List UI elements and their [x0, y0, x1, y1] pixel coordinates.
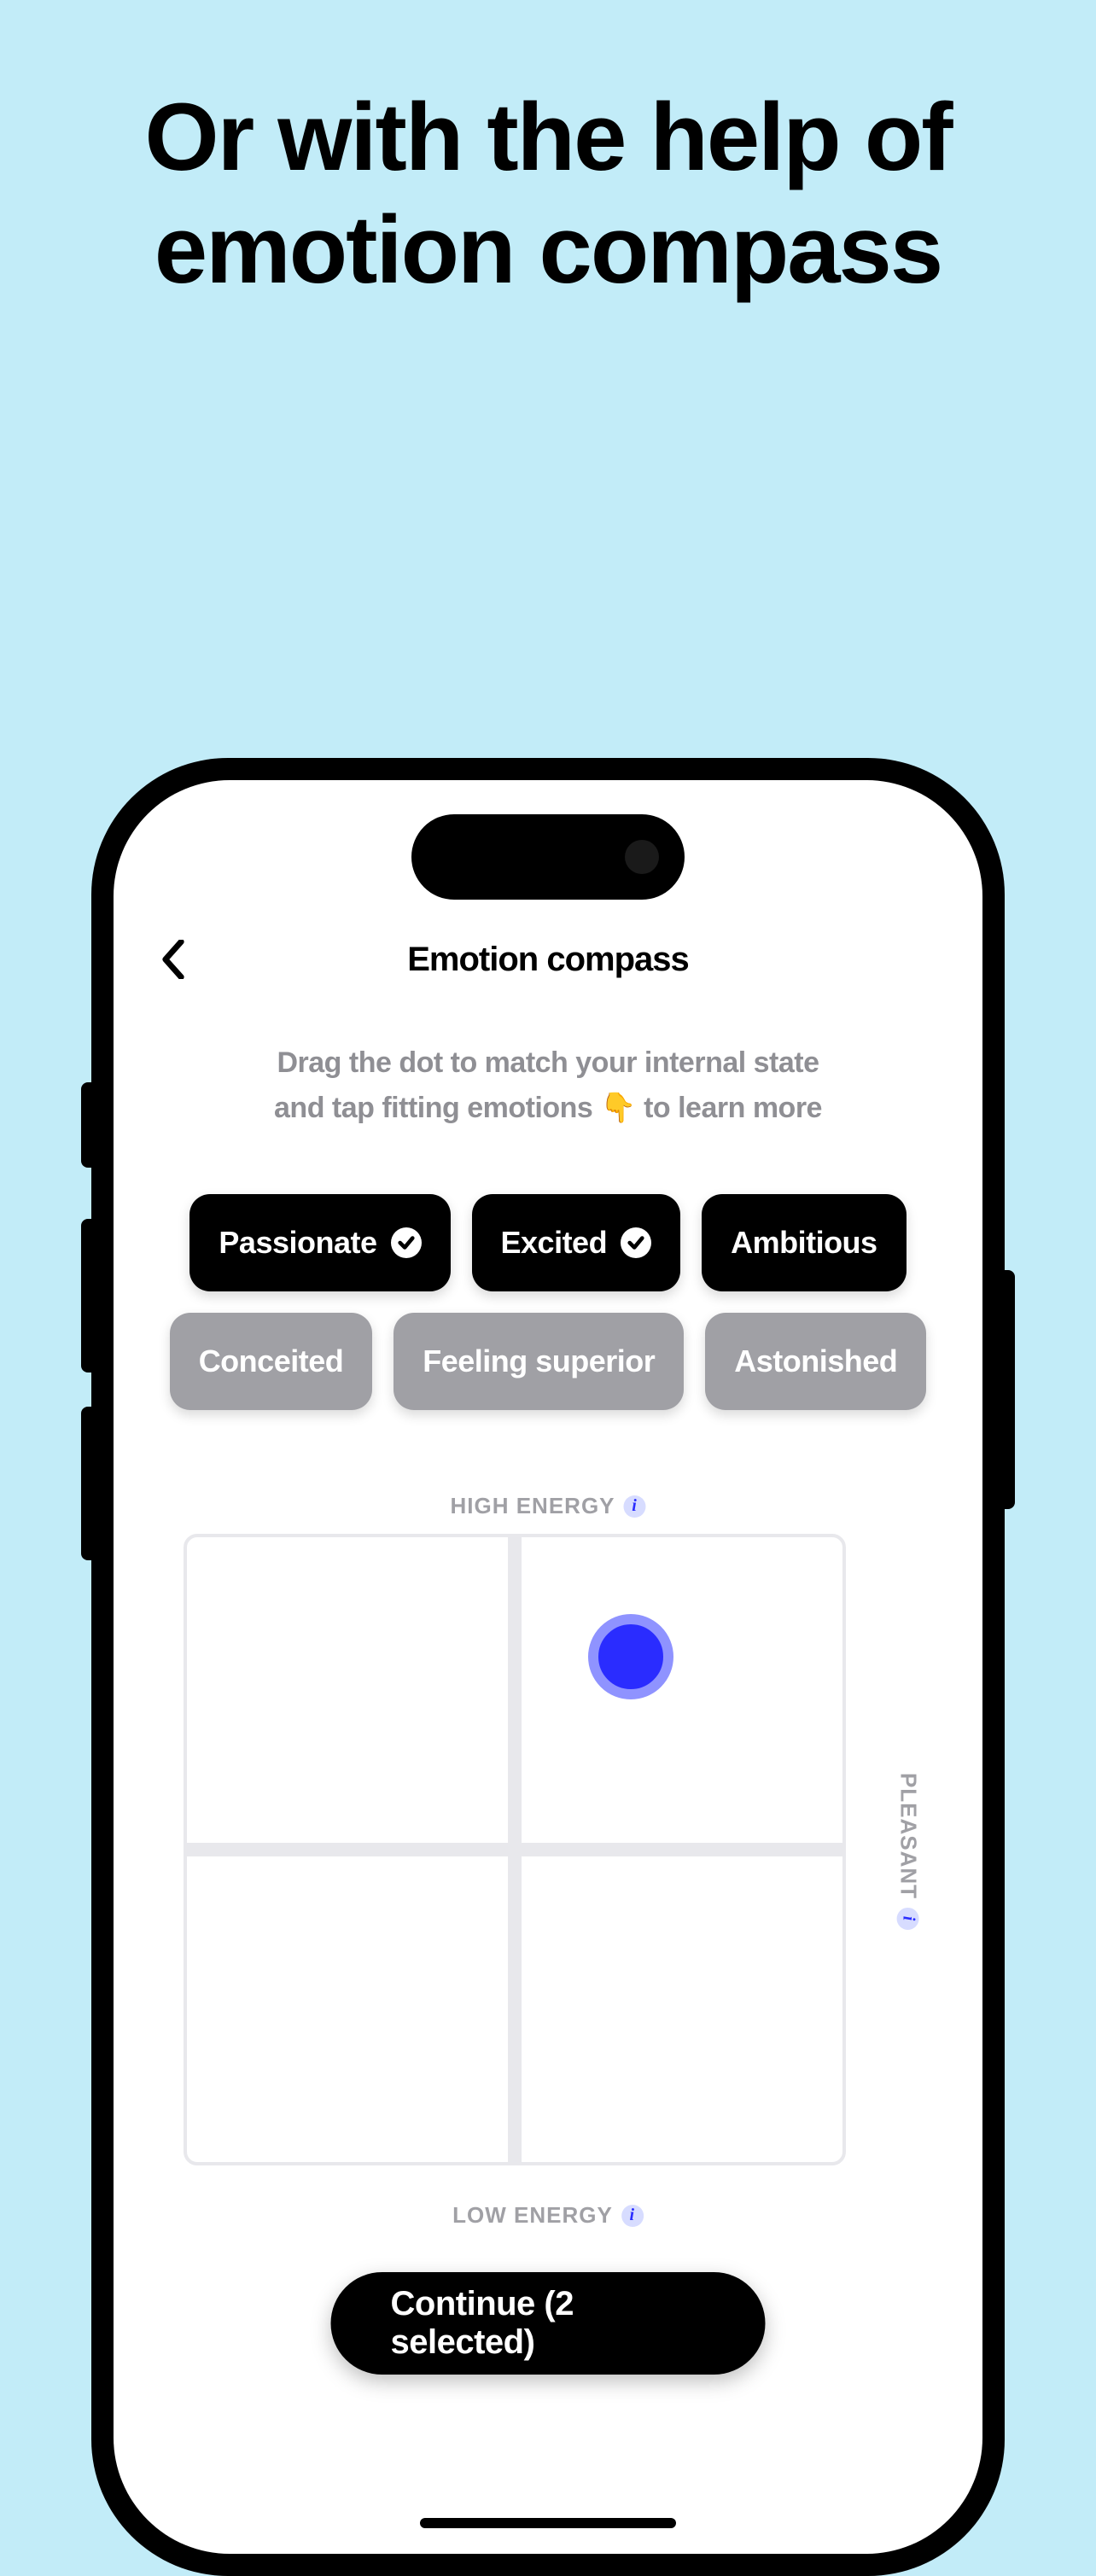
info-icon[interactable]: i	[624, 1495, 646, 1518]
instructions-line-2-post: to learn more	[636, 1092, 822, 1124]
emotion-chip-ambitious[interactable]: Ambitious	[702, 1194, 907, 1291]
emotion-compass-grid[interactable]	[184, 1534, 846, 2165]
continue-button-label: Continue (2 selected)	[391, 2285, 706, 2362]
power-button	[1003, 1270, 1015, 1509]
axis-label-high-energy: HIGH ENERGY i	[450, 1493, 645, 1519]
emotion-chip-astonished[interactable]: Astonished	[705, 1313, 926, 1410]
check-icon	[391, 1227, 422, 1258]
phone-frame: Emotion compass Drag the dot to match yo…	[91, 758, 1005, 2576]
volume-up-button	[81, 1219, 93, 1373]
axis-label-low-energy: LOW ENERGY i	[452, 2202, 644, 2229]
emotion-chip-label: Passionate	[219, 1225, 376, 1261]
marketing-headline: Or with the help of emotion compass	[0, 81, 1096, 306]
axis-label-pleasant: PLEASANT i	[895, 1773, 921, 1930]
check-icon	[621, 1227, 651, 1258]
nav-header: Emotion compass	[148, 925, 948, 994]
instructions-line-1: Drag the dot to match your internal stat…	[277, 1046, 819, 1079]
instructions-line-2-pre: and tap fitting emotions	[274, 1092, 600, 1124]
silence-switch	[81, 1082, 93, 1168]
axis-text: PLEASANT	[895, 1773, 921, 1899]
emotion-chip-label: Astonished	[734, 1343, 897, 1379]
emotion-chip-label: Ambitious	[731, 1225, 877, 1261]
chevron-left-icon	[161, 940, 185, 979]
volume-down-button	[81, 1407, 93, 1560]
back-button[interactable]	[148, 934, 199, 985]
pointing-down-icon: 👇	[600, 1092, 636, 1124]
axis-text: LOW ENERGY	[452, 2202, 613, 2229]
emotion-chip-group: Passionate Excited Ambitious Conceited	[148, 1194, 948, 1410]
compass-dot[interactable]	[588, 1614, 673, 1699]
continue-button[interactable]: Continue (2 selected)	[331, 2272, 766, 2375]
emotion-chip-label: Excited	[501, 1225, 608, 1261]
instructions-text: Drag the dot to match your internal stat…	[148, 1040, 948, 1130]
emotion-chip-feeling-superior[interactable]: Feeling superior	[394, 1313, 684, 1410]
emotion-chip-label: Feeling superior	[423, 1343, 655, 1379]
emotion-chip-excited[interactable]: Excited	[472, 1194, 681, 1291]
axis-text: HIGH ENERGY	[450, 1493, 615, 1519]
info-icon[interactable]: i	[897, 1908, 919, 1930]
phone-screen: Emotion compass Drag the dot to match yo…	[114, 780, 982, 2554]
emotion-chip-passionate[interactable]: Passionate	[189, 1194, 450, 1291]
home-indicator	[420, 2518, 676, 2528]
emotion-chip-conceited[interactable]: Conceited	[170, 1313, 373, 1410]
emotion-chip-label: Conceited	[199, 1343, 344, 1379]
page-title: Emotion compass	[407, 941, 689, 979]
info-icon[interactable]: i	[621, 2205, 644, 2227]
